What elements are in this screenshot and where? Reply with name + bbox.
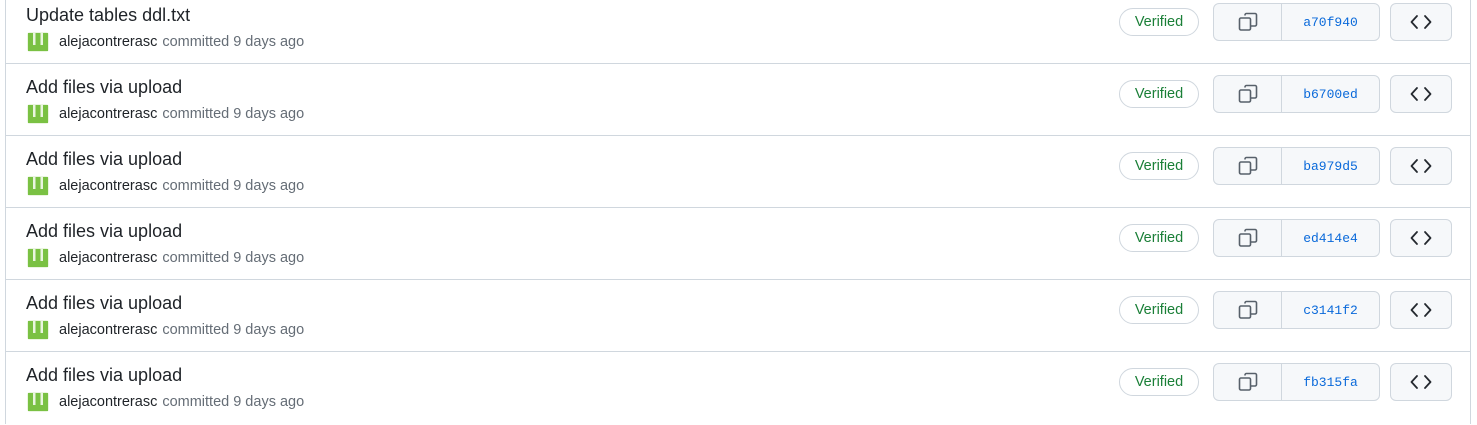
avatar[interactable] xyxy=(27,176,49,196)
identicon-avatar-icon xyxy=(27,32,49,52)
author-link[interactable]: alejacontrerasc xyxy=(59,106,157,122)
commit-meta: alejacontrerasc committed 9 days ago xyxy=(27,392,304,412)
avatar[interactable] xyxy=(27,104,49,124)
identicon-avatar-icon xyxy=(27,392,49,412)
commit-title[interactable]: Add files via upload xyxy=(26,148,182,170)
copy-sha-button[interactable] xyxy=(1214,148,1282,184)
commit-list: Update tables ddl.txt alejacontrerasc co… xyxy=(5,0,1471,424)
copy-icon xyxy=(1238,12,1257,31)
browse-repo-button[interactable] xyxy=(1390,291,1452,329)
identicon-avatar-icon xyxy=(27,176,49,196)
commit-meta: alejacontrerasc committed 9 days ago xyxy=(27,104,304,124)
identicon-avatar-icon xyxy=(27,320,49,340)
commit-row: Add files via upload alejacontrerasc com… xyxy=(6,64,1470,136)
author-link[interactable]: alejacontrerasc xyxy=(59,322,157,338)
verified-badge[interactable]: Verified xyxy=(1119,8,1199,36)
relative-time: 9 days ago xyxy=(233,394,305,410)
copy-sha-button[interactable] xyxy=(1214,76,1282,112)
verified-badge[interactable]: Verified xyxy=(1119,80,1199,108)
relative-time: 9 days ago xyxy=(233,250,305,266)
commit-verb: committed xyxy=(162,322,230,338)
commit-verb: committed xyxy=(162,250,230,266)
commit-meta: alejacontrerasc committed 9 days ago xyxy=(27,32,304,52)
commit-sha-link[interactable]: ba979d5 xyxy=(1282,148,1379,184)
sha-button-group: a70f940 xyxy=(1213,3,1380,41)
browse-repo-button[interactable] xyxy=(1390,75,1452,113)
copy-icon xyxy=(1238,156,1257,175)
avatar[interactable] xyxy=(27,248,49,268)
commit-meta: alejacontrerasc committed 9 days ago xyxy=(27,176,304,196)
avatar[interactable] xyxy=(27,320,49,340)
commit-row: Update tables ddl.txt alejacontrerasc co… xyxy=(6,0,1470,64)
commit-sha-link[interactable]: a70f940 xyxy=(1282,4,1379,40)
author-link[interactable]: alejacontrerasc xyxy=(59,34,157,50)
browse-repo-button[interactable] xyxy=(1390,219,1452,257)
browse-repo-button[interactable] xyxy=(1390,3,1452,41)
author-link[interactable]: alejacontrerasc xyxy=(59,394,157,410)
sha-button-group: b6700ed xyxy=(1213,75,1380,113)
commit-meta: alejacontrerasc committed 9 days ago xyxy=(27,248,304,268)
copy-icon xyxy=(1238,372,1257,391)
sha-button-group: c3141f2 xyxy=(1213,291,1380,329)
commit-row: Add files via upload alejacontrerasc com… xyxy=(6,352,1470,424)
commit-row: Add files via upload alejacontrerasc com… xyxy=(6,136,1470,208)
relative-time: 9 days ago xyxy=(233,178,305,194)
commit-sha-link[interactable]: c3141f2 xyxy=(1282,292,1379,328)
commit-row: Add files via upload alejacontrerasc com… xyxy=(6,280,1470,352)
copy-icon xyxy=(1238,84,1257,103)
identicon-avatar-icon xyxy=(27,248,49,268)
commit-verb: committed xyxy=(162,34,230,50)
code-icon xyxy=(1410,375,1432,389)
copy-sha-button[interactable] xyxy=(1214,220,1282,256)
commit-verb: committed xyxy=(162,106,230,122)
commit-title[interactable]: Add files via upload xyxy=(26,292,182,314)
commit-sha-link[interactable]: fb315fa xyxy=(1282,364,1379,400)
identicon-avatar-icon xyxy=(27,104,49,124)
copy-sha-button[interactable] xyxy=(1214,292,1282,328)
verified-badge[interactable]: Verified xyxy=(1119,152,1199,180)
sha-button-group: ba979d5 xyxy=(1213,147,1380,185)
commit-sha-link[interactable]: ed414e4 xyxy=(1282,220,1379,256)
avatar[interactable] xyxy=(27,32,49,52)
code-icon xyxy=(1410,87,1432,101)
code-icon xyxy=(1410,303,1432,317)
commit-verb: committed xyxy=(162,178,230,194)
browse-repo-button[interactable] xyxy=(1390,147,1452,185)
commit-title[interactable]: Update tables ddl.txt xyxy=(26,4,190,26)
avatar[interactable] xyxy=(27,392,49,412)
code-icon xyxy=(1410,231,1432,245)
relative-time: 9 days ago xyxy=(233,322,305,338)
code-icon xyxy=(1410,15,1432,29)
copy-icon xyxy=(1238,300,1257,319)
code-icon xyxy=(1410,159,1432,173)
copy-icon xyxy=(1238,228,1257,247)
commit-title[interactable]: Add files via upload xyxy=(26,364,182,386)
commit-row: Add files via upload alejacontrerasc com… xyxy=(6,208,1470,280)
verified-badge[interactable]: Verified xyxy=(1119,224,1199,252)
relative-time: 9 days ago xyxy=(233,34,305,50)
commit-sha-link[interactable]: b6700ed xyxy=(1282,76,1379,112)
verified-badge[interactable]: Verified xyxy=(1119,368,1199,396)
commit-title[interactable]: Add files via upload xyxy=(26,76,182,98)
commit-title[interactable]: Add files via upload xyxy=(26,220,182,242)
sha-button-group: ed414e4 xyxy=(1213,219,1380,257)
sha-button-group: fb315fa xyxy=(1213,363,1380,401)
author-link[interactable]: alejacontrerasc xyxy=(59,178,157,194)
browse-repo-button[interactable] xyxy=(1390,363,1452,401)
commit-verb: committed xyxy=(162,394,230,410)
relative-time: 9 days ago xyxy=(233,106,305,122)
copy-sha-button[interactable] xyxy=(1214,364,1282,400)
copy-sha-button[interactable] xyxy=(1214,4,1282,40)
verified-badge[interactable]: Verified xyxy=(1119,296,1199,324)
author-link[interactable]: alejacontrerasc xyxy=(59,250,157,266)
commit-meta: alejacontrerasc committed 9 days ago xyxy=(27,320,304,340)
